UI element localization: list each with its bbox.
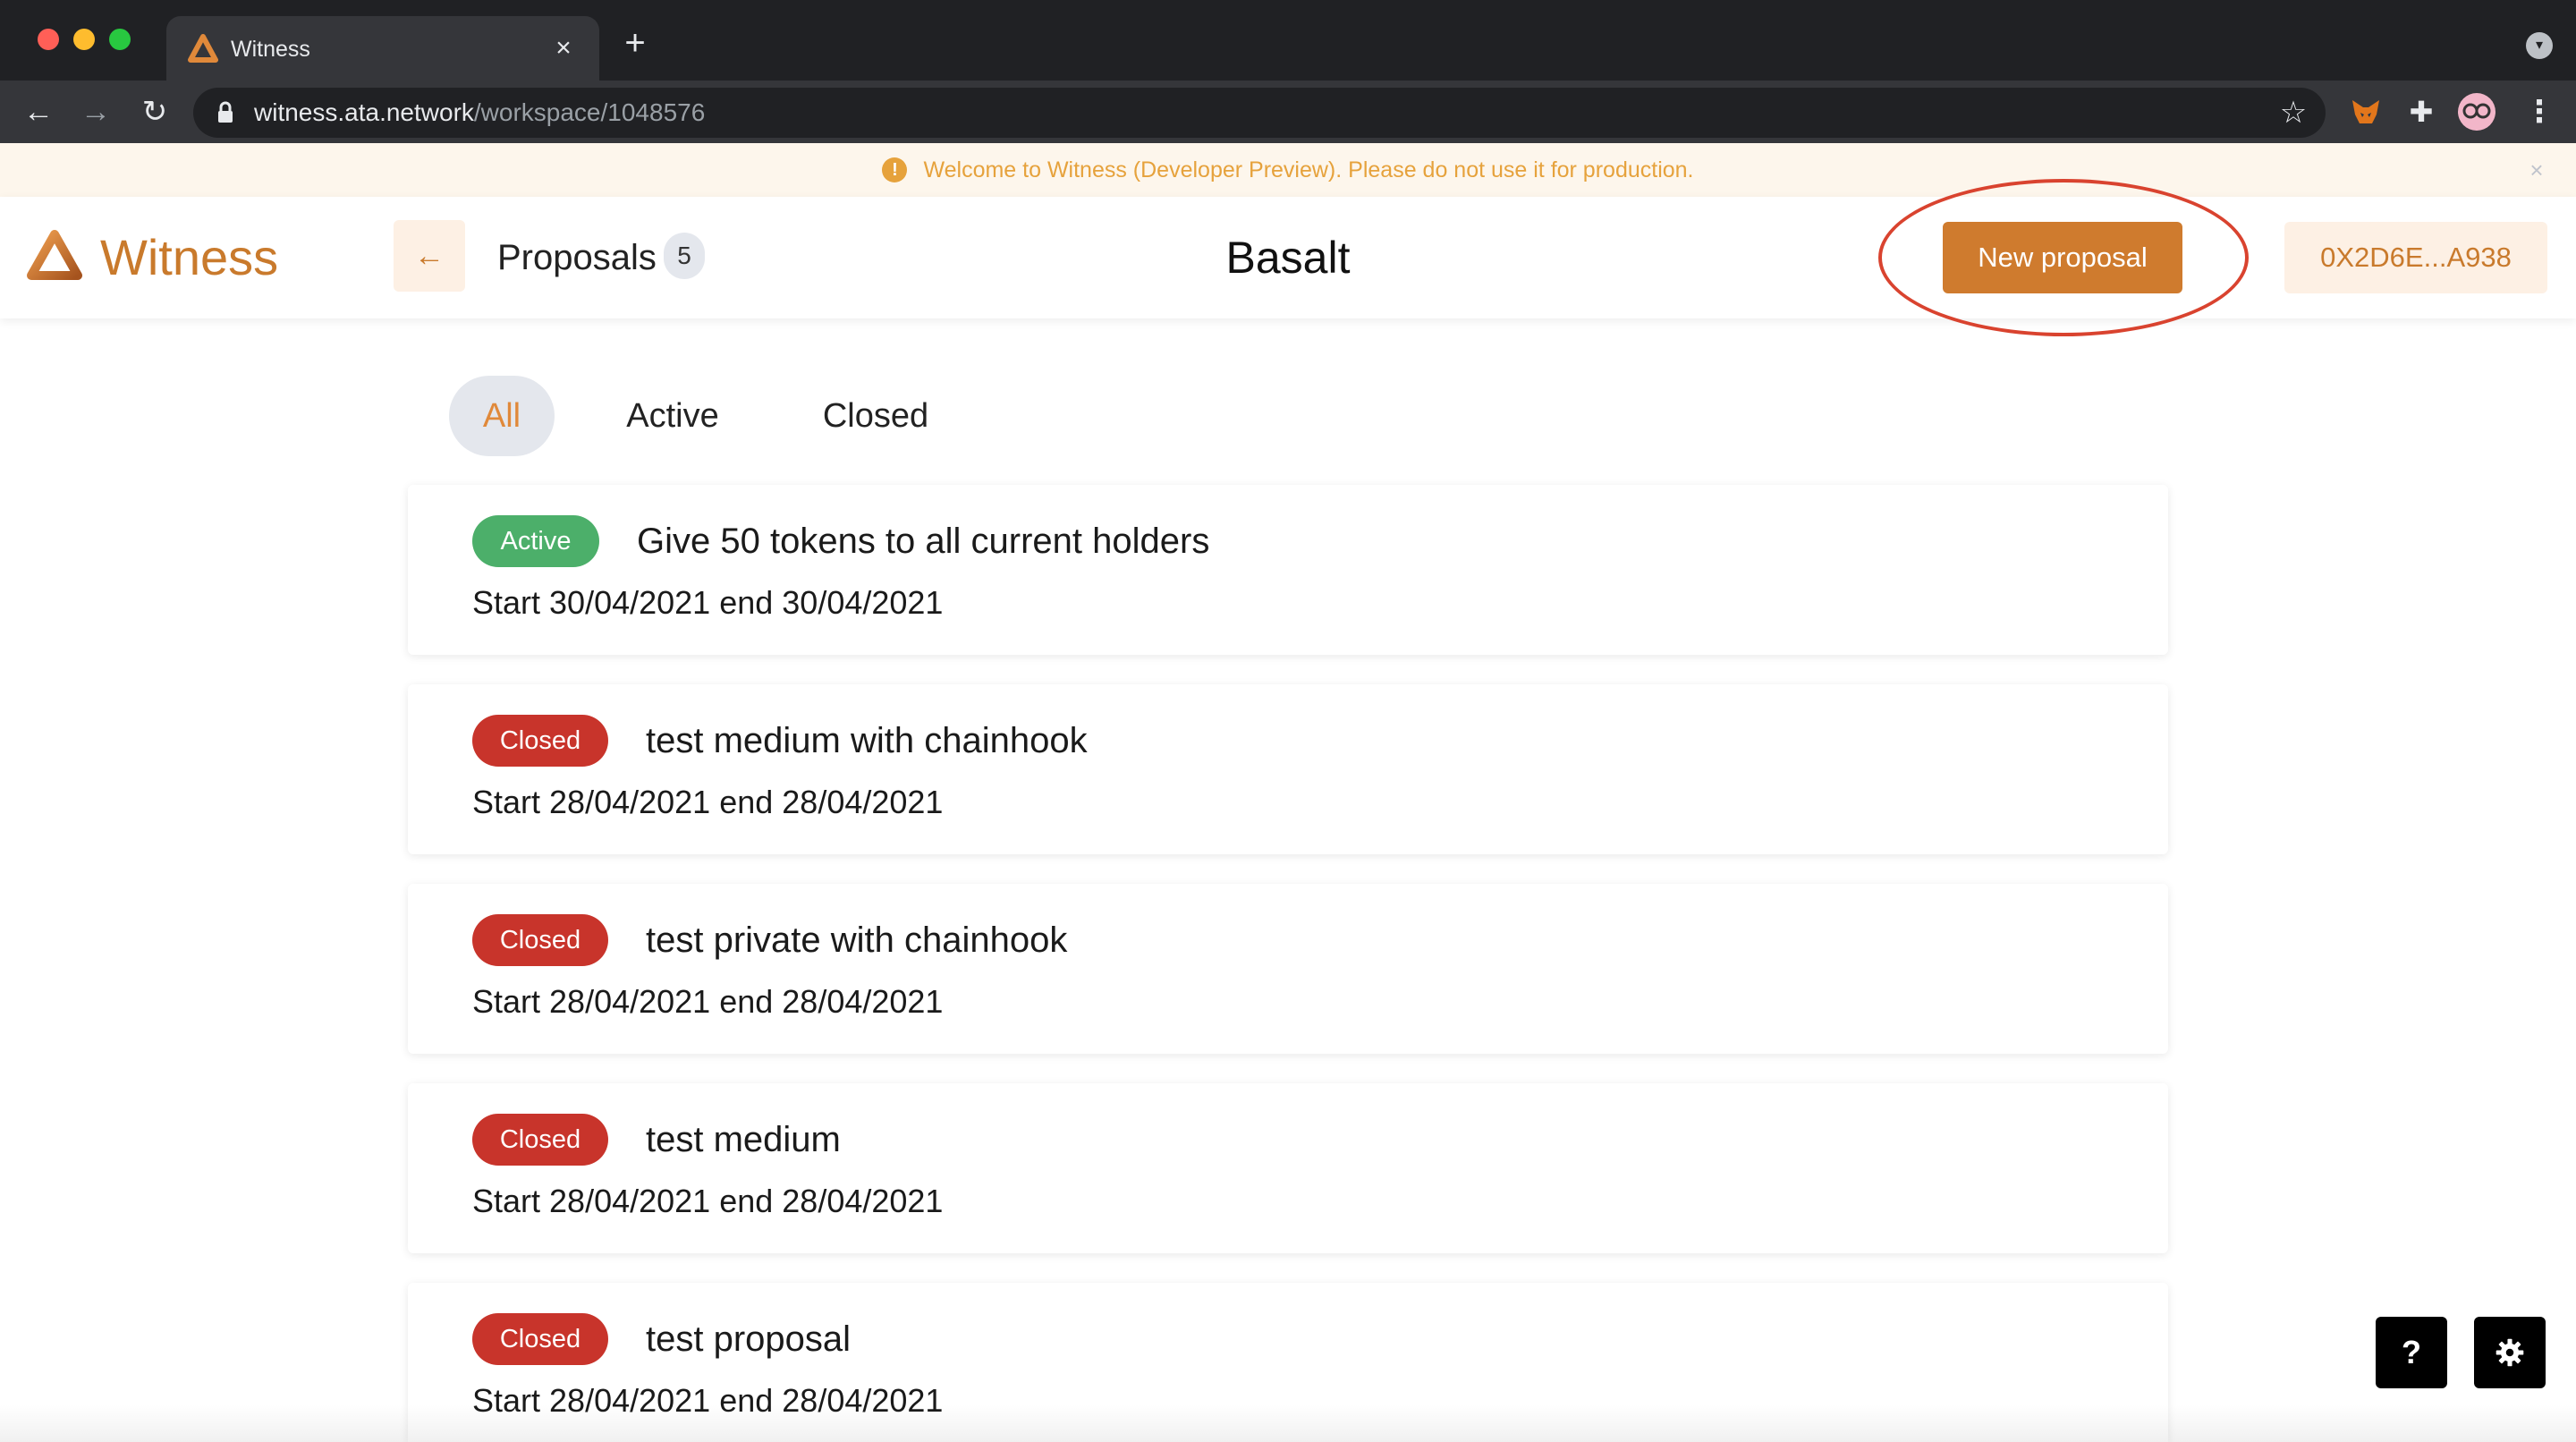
filter-tab-active[interactable]: Active (596, 376, 750, 456)
browser-menu-icon[interactable]: ⋮ (2521, 93, 2558, 131)
profile-avatar[interactable] (2458, 93, 2496, 131)
proposals-label: Proposals (497, 238, 657, 277)
proposal-title: Give 50 tokens to all current holders (637, 522, 1210, 561)
filter-tab-all[interactable]: All (449, 376, 555, 456)
proposal-title: test private with chainhook (646, 920, 1068, 960)
window-close-button[interactable] (38, 29, 59, 50)
status-badge: Active (472, 515, 599, 567)
proposal-title: test medium with chainhook (646, 721, 1088, 760)
metamask-fox-icon[interactable] (2347, 93, 2385, 131)
lock-icon (218, 101, 233, 123)
witness-favicon-icon (188, 34, 218, 63)
browser-toolbar: ← → ↻ witness.ata.network/workspace/1048… (0, 81, 2576, 143)
logo-text[interactable]: Witness (100, 229, 278, 286)
proposal-dates: Start 28/04/2021 end 28/04/2021 (472, 983, 944, 1020)
tab-search-icon[interactable]: ▾ (2526, 32, 2553, 59)
banner-text: Welcome to Witness (Developer Preview). … (923, 157, 1694, 182)
proposal-dates: Start 28/04/2021 end 28/04/2021 (472, 1183, 944, 1219)
back-arrow-icon[interactable]: ← (16, 89, 61, 134)
address-bar[interactable]: witness.ata.network/workspace/1048576 ☆ (193, 88, 2326, 138)
witness-logo-icon (27, 230, 82, 280)
browser-tab-strip: Witness × + ▾ (0, 0, 2576, 81)
url-text: witness.ata.network/workspace/1048576 (254, 98, 705, 127)
annotation-highlight-ring (1878, 179, 2249, 336)
bookmark-star-icon[interactable]: ☆ (2277, 97, 2309, 129)
proposal-card[interactable]: Active Give 50 tokens to all current hol… (408, 485, 2168, 655)
proposal-card[interactable]: Closed test private with chainhook Start… (408, 884, 2168, 1054)
help-button[interactable]: ? (2376, 1317, 2447, 1388)
tab-close-icon[interactable]: × (546, 30, 581, 66)
new-tab-button[interactable]: + (617, 25, 653, 61)
browser-tab[interactable]: Witness × (166, 16, 599, 81)
page-title: Basalt (1225, 233, 1351, 283)
proposal-dates: Start 28/04/2021 end 28/04/2021 (472, 784, 944, 820)
url-host: witness.ata.network (254, 98, 474, 126)
window-zoom-button[interactable] (109, 29, 131, 50)
proposals-count-badge: 5 (664, 233, 705, 279)
reload-icon[interactable]: ↻ (132, 89, 177, 134)
tab-title: Witness (231, 37, 310, 62)
filter-tab-closed[interactable]: Closed (796, 376, 955, 456)
developer-preview-banner: ! Welcome to Witness (Developer Preview).… (0, 143, 2576, 197)
status-badge: Closed (472, 1313, 608, 1365)
forward-arrow-icon[interactable]: → (73, 89, 118, 134)
proposal-title: test medium (646, 1120, 841, 1159)
proposal-title: test proposal (646, 1319, 852, 1359)
gear-icon (2496, 1338, 2524, 1367)
extensions-puzzle-icon[interactable]: ✚ (2402, 93, 2440, 131)
url-path: /workspace/1048576 (473, 98, 706, 126)
bottom-fade (0, 1404, 2576, 1442)
wallet-address-button[interactable]: 0X2D6E...A938 (2284, 222, 2547, 293)
proposal-card[interactable]: Closed test medium Start 28/04/2021 end … (408, 1083, 2168, 1253)
proposal-dates: Start 30/04/2021 end 30/04/2021 (472, 584, 944, 621)
status-badge: Closed (472, 715, 608, 767)
status-badge: Closed (472, 914, 608, 966)
window-minimize-button[interactable] (73, 29, 95, 50)
status-badge: Closed (472, 1114, 608, 1166)
back-button[interactable]: ← (394, 220, 465, 292)
banner-close-icon[interactable]: × (2522, 156, 2551, 184)
settings-button[interactable] (2474, 1317, 2546, 1388)
proposal-card[interactable]: Closed test medium with chainhook Start … (408, 684, 2168, 854)
warning-icon: ! (882, 157, 908, 182)
